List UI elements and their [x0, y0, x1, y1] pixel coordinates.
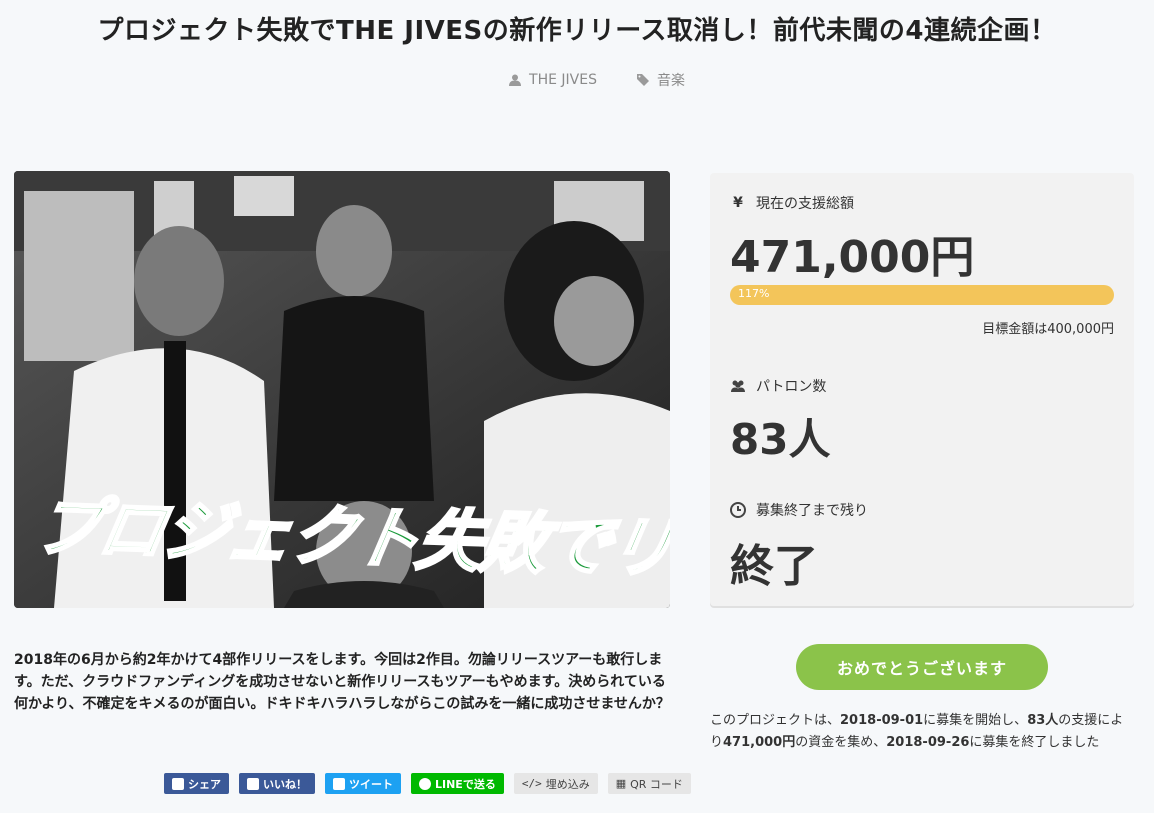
progress-percent: 117%	[738, 287, 770, 300]
project-description: 2018年の6月から約2年かけて4部作リリースをします。今回は2作目。勿論リリー…	[14, 652, 670, 712]
funding-progress-bar: 117%	[730, 285, 1114, 305]
line-icon	[419, 777, 431, 790]
total-label: 現在の支援総額	[756, 196, 854, 212]
share-buttons: シェア いいね！ ツイート LINEで送る </> 埋め込み ▦ QR コード	[164, 773, 691, 794]
patrons-label-row: パトロン数	[730, 376, 826, 396]
facebook-icon	[172, 777, 184, 790]
clock-icon	[730, 502, 746, 518]
summary-text: の支援によ	[1058, 713, 1124, 728]
qr-code-button[interactable]: ▦ QR コード	[607, 773, 691, 794]
page-title: プロジェクト失敗でTHE JIVESの新作リリース取消し！前代未聞の4連続企画！	[97, 16, 1057, 46]
embed-button[interactable]: </> 埋め込み	[513, 773, 598, 794]
summary-patrons: 83人	[1027, 713, 1059, 728]
summary-text: このプロジェクトは、	[710, 713, 841, 728]
twitter-icon	[333, 777, 345, 790]
facebook-like-button[interactable]: いいね！	[239, 773, 315, 794]
category-link[interactable]: 音楽	[636, 70, 685, 90]
yen-icon: ¥	[733, 195, 743, 211]
project-meta: THE JIVES 音楽	[0, 70, 1154, 90]
patrons-value: 83人	[730, 415, 831, 464]
summary-text: の資金を集め、	[795, 735, 887, 750]
summary-text: に募集を終了しました	[969, 735, 1100, 750]
project-summary: このプロジェクトは、2018-09-01に募集を開始し、83人の支援により471…	[710, 710, 1140, 754]
users-icon	[731, 380, 745, 392]
summary-text: に募集を開始し、	[923, 713, 1028, 728]
code-icon: </>	[521, 777, 542, 790]
tweet-button[interactable]: ツイート	[325, 773, 401, 794]
remaining-label-row: 募集終了まで残り	[730, 500, 868, 520]
goal-amount: 目標金額は400,000円	[982, 322, 1114, 337]
like-label: いいね！	[263, 777, 307, 791]
funding-panel: ¥ 現在の支援総額 471,000円 117% 目標金額は400,000円 パト…	[710, 173, 1134, 606]
total-value: 471,000円	[730, 232, 975, 283]
summary-end-date: 2018-09-26	[886, 735, 970, 750]
line-label: LINEで送る	[435, 777, 496, 791]
facebook-share-label: シェア	[188, 777, 221, 791]
summary-start-date: 2018-09-01	[840, 713, 924, 728]
tag-icon	[636, 74, 649, 86]
author-link[interactable]: THE JIVES	[509, 70, 597, 90]
qr-label: QR コード	[630, 777, 683, 791]
line-share-button[interactable]: LINEで送る	[411, 773, 504, 794]
patrons-label: パトロン数	[756, 379, 827, 395]
summary-text: り	[710, 735, 724, 750]
hero-image: プロジェクト失敗でリリース取消！	[14, 171, 670, 608]
tweet-label: ツイート	[349, 777, 393, 791]
remaining-label: 募集終了まで残り	[756, 503, 868, 519]
thumbs-up-icon	[247, 777, 259, 790]
qr-icon: ▦	[615, 777, 627, 790]
embed-label: 埋め込み	[545, 777, 590, 791]
category-name: 音楽	[656, 73, 685, 89]
congratulations-button[interactable]: おめでとうございます	[796, 644, 1048, 690]
remaining-value: 終了	[730, 541, 818, 592]
total-label-row: ¥ 現在の支援総額	[730, 193, 854, 213]
facebook-share-button[interactable]: シェア	[164, 773, 229, 794]
user-icon	[509, 74, 522, 86]
author-name: THE JIVES	[529, 72, 597, 88]
summary-amount: 471,000円	[723, 735, 796, 750]
